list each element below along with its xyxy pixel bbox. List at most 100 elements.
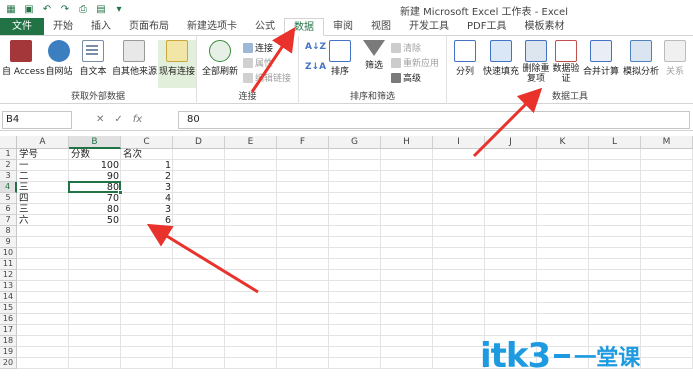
- tab-insert[interactable]: 插入: [82, 18, 120, 35]
- existing-connections-button[interactable]: 现有连接: [158, 40, 196, 88]
- connections-icon: [243, 42, 253, 53]
- refresh-all-button[interactable]: 全部刷新: [201, 40, 239, 77]
- data-cell[interactable]: 四: [17, 193, 69, 204]
- text-to-columns-button[interactable]: 分列: [449, 40, 481, 77]
- data-cell[interactable]: 3: [121, 204, 173, 215]
- tab-page-layout[interactable]: 页面布局: [120, 18, 178, 35]
- advanced-filter-button[interactable]: 高级: [391, 71, 421, 84]
- tab-view[interactable]: 视图: [362, 18, 400, 35]
- row-header-3[interactable]: 3: [0, 171, 17, 182]
- data-cell[interactable]: 1: [121, 160, 173, 171]
- cancel-icon[interactable]: ✕: [96, 111, 104, 129]
- column-header-c[interactable]: C: [121, 136, 173, 149]
- what-if-analysis-button[interactable]: 模拟分析: [621, 40, 661, 77]
- row-header-2[interactable]: 2: [0, 160, 17, 171]
- row-header-4[interactable]: 4: [0, 182, 17, 193]
- column-header-d[interactable]: D: [173, 136, 225, 149]
- column-header-f[interactable]: F: [277, 136, 329, 149]
- data-cell[interactable]: 三: [17, 204, 69, 215]
- row-header-1[interactable]: 1: [0, 149, 17, 160]
- column-header-h[interactable]: H: [381, 136, 433, 149]
- header-cell[interactable]: 学号: [17, 149, 69, 160]
- row-header-13[interactable]: 13: [0, 281, 17, 292]
- row-header-12[interactable]: 12: [0, 270, 17, 281]
- from-text-button[interactable]: 自文本: [74, 40, 112, 77]
- clear-button[interactable]: 清除: [391, 41, 421, 54]
- filter-button[interactable]: 筛选: [355, 40, 393, 71]
- save-icon[interactable]: ▣: [22, 2, 36, 16]
- data-cell[interactable]: 80: [69, 204, 121, 215]
- name-box[interactable]: B4: [2, 111, 72, 129]
- tab-home[interactable]: 开始: [44, 18, 82, 35]
- column-header-l[interactable]: L: [589, 136, 641, 149]
- row-header-7[interactable]: 7: [0, 215, 17, 226]
- column-header-j[interactable]: J: [485, 136, 537, 149]
- customize-qat-icon[interactable]: ▾: [112, 2, 126, 16]
- formula-input[interactable]: 80: [178, 111, 690, 129]
- data-cell[interactable]: 3: [121, 182, 173, 193]
- row-header-17[interactable]: 17: [0, 325, 17, 336]
- data-cell[interactable]: 100: [69, 160, 121, 171]
- column-header-k[interactable]: K: [537, 136, 589, 149]
- row-header-19[interactable]: 19: [0, 347, 17, 358]
- row-header-18[interactable]: 18: [0, 336, 17, 347]
- row-header-5[interactable]: 5: [0, 193, 17, 204]
- row-header-9[interactable]: 9: [0, 237, 17, 248]
- tab-template-assets[interactable]: 模板素材: [515, 18, 573, 35]
- sort-button[interactable]: 排序: [321, 40, 359, 77]
- connections-button[interactable]: 连接: [243, 41, 273, 54]
- row-header-15[interactable]: 15: [0, 303, 17, 314]
- column-header-g[interactable]: G: [329, 136, 381, 149]
- consolidate-button[interactable]: 合并计算: [581, 40, 621, 77]
- relationships-button[interactable]: 关系: [661, 40, 689, 77]
- data-validation-button[interactable]: 数据验证: [551, 40, 581, 84]
- row-header-14[interactable]: 14: [0, 292, 17, 303]
- column-header-e[interactable]: E: [225, 136, 277, 149]
- tab-pdf-tools[interactable]: PDF工具: [458, 18, 515, 35]
- print-preview-icon[interactable]: ⎙: [76, 2, 90, 16]
- from-access-button[interactable]: 自 Access: [2, 40, 45, 77]
- properties-button[interactable]: 属性: [243, 56, 273, 69]
- row-header-10[interactable]: 10: [0, 248, 17, 259]
- tab-review[interactable]: 审阅: [324, 18, 362, 35]
- data-cell[interactable]: 70: [69, 193, 121, 204]
- insert-function-icon[interactable]: fx: [133, 111, 142, 129]
- column-header-m[interactable]: M: [641, 136, 693, 149]
- tab-formulas[interactable]: 公式: [246, 18, 284, 35]
- from-other-sources-button[interactable]: 自其他来源: [112, 40, 157, 77]
- data-cell[interactable]: 三: [17, 182, 69, 193]
- column-header-b[interactable]: B: [69, 136, 121, 149]
- tab-developer[interactable]: 开发工具: [400, 18, 458, 35]
- data-cell[interactable]: 2: [121, 171, 173, 182]
- flash-fill-button[interactable]: 快速填充: [481, 40, 521, 77]
- grid-line-horizontal: [17, 291, 693, 292]
- data-cell[interactable]: 50: [69, 215, 121, 226]
- undo-icon[interactable]: ↶: [40, 2, 54, 16]
- fill-handle[interactable]: [118, 190, 123, 195]
- row-header-11[interactable]: 11: [0, 259, 17, 270]
- data-cell[interactable]: 一: [17, 160, 69, 171]
- tab-file[interactable]: 文件: [0, 18, 44, 35]
- data-cell[interactable]: 二: [17, 171, 69, 182]
- data-cell[interactable]: 六: [17, 215, 69, 226]
- column-header-a[interactable]: A: [17, 136, 69, 149]
- header-cell[interactable]: 名次: [121, 149, 173, 160]
- reapply-button[interactable]: 重新应用: [391, 56, 439, 69]
- remove-duplicates-button[interactable]: 删除重复项: [521, 40, 551, 84]
- data-cell[interactable]: 4: [121, 193, 173, 204]
- tab-new-tab[interactable]: 新建选项卡: [178, 18, 246, 35]
- quick-print-icon[interactable]: ▤: [94, 2, 108, 16]
- select-all-corner[interactable]: [0, 136, 17, 149]
- column-header-i[interactable]: I: [433, 136, 485, 149]
- enter-icon[interactable]: ✓: [114, 111, 122, 129]
- row-header-8[interactable]: 8: [0, 226, 17, 237]
- row-header-16[interactable]: 16: [0, 314, 17, 325]
- redo-icon[interactable]: ↷: [58, 2, 72, 16]
- from-web-button[interactable]: 自网站: [40, 40, 78, 77]
- row-header-20[interactable]: 20: [0, 358, 17, 369]
- data-cell[interactable]: 6: [121, 215, 173, 226]
- header-cell[interactable]: 分数: [69, 149, 121, 160]
- row-header-6[interactable]: 6: [0, 204, 17, 215]
- tab-data[interactable]: 数据: [284, 18, 324, 36]
- edit-links-button[interactable]: 编辑链接: [243, 71, 291, 84]
